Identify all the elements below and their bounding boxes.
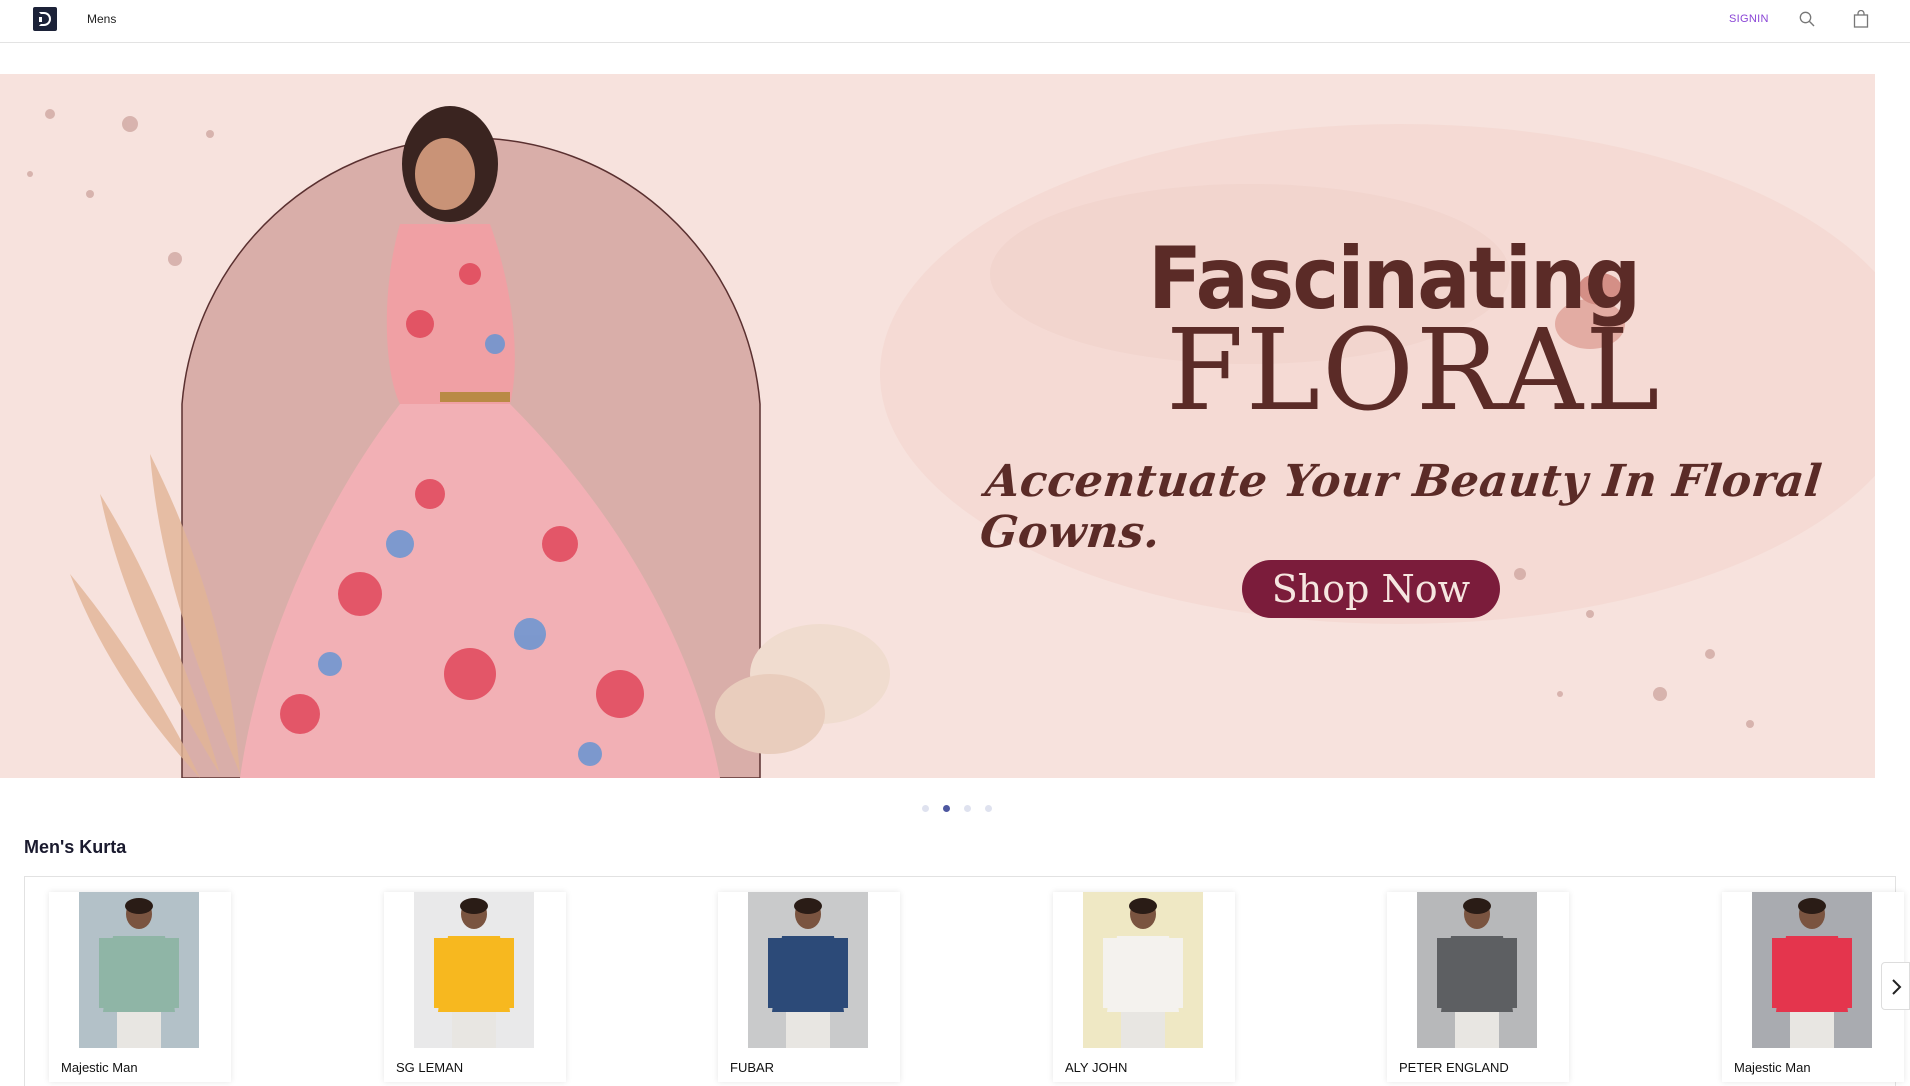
banner-tagline: Accentuate Your Beauty In Floral Gowns. [977,456,1825,558]
product-image[interactable] [1417,892,1537,1048]
product-name[interactable]: Majestic Man [1734,1060,1811,1075]
product-carousel [24,876,1896,1086]
section-title: Men's Kurta [24,837,127,857]
logo-icon[interactable] [33,7,57,31]
product-name[interactable]: Majestic Man [61,1060,138,1075]
carousel-dot-active[interactable] [943,805,950,812]
product-image[interactable] [79,892,199,1048]
product-card[interactable]: ALY JOHN [1053,892,1235,1082]
bag-icon[interactable] [1853,10,1869,28]
chevron-right-icon [1892,979,1902,995]
banner-headline-2: FLORAL [1166,306,1662,436]
signin-link[interactable]: SIGNIN [1729,13,1769,25]
product-card[interactable]: Majestic Man [1722,892,1904,1082]
product-image[interactable] [748,892,868,1048]
product-image[interactable] [414,892,534,1048]
search-icon[interactable] [1799,11,1815,27]
hero-banner[interactable]: Fascinating FLORAL Accentuate Your Beaut… [0,74,1875,778]
product-image[interactable] [1083,892,1203,1048]
product-card[interactable]: PETER ENGLAND [1387,892,1569,1082]
nav-link-mens[interactable]: Mens [87,12,116,26]
product-name[interactable]: ALY JOHN [1065,1060,1127,1075]
product-card[interactable]: FUBAR [718,892,900,1082]
top-nav-bar: Mens SIGNIN [0,0,1910,43]
product-name[interactable]: PETER ENGLAND [1399,1060,1509,1075]
product-card[interactable]: Majestic Man [49,892,231,1082]
logo-dot [39,17,42,22]
carousel-dot[interactable] [964,805,971,812]
carousel-dot[interactable] [922,805,929,812]
product-image[interactable] [1752,892,1872,1048]
shop-now-button[interactable]: Shop Now [1242,560,1500,618]
carousel-dot[interactable] [985,805,992,812]
product-card[interactable]: SG LEMAN [384,892,566,1082]
carousel-next-button[interactable] [1881,962,1910,1010]
product-name[interactable]: SG LEMAN [396,1060,463,1075]
product-name[interactable]: FUBAR [730,1060,774,1075]
